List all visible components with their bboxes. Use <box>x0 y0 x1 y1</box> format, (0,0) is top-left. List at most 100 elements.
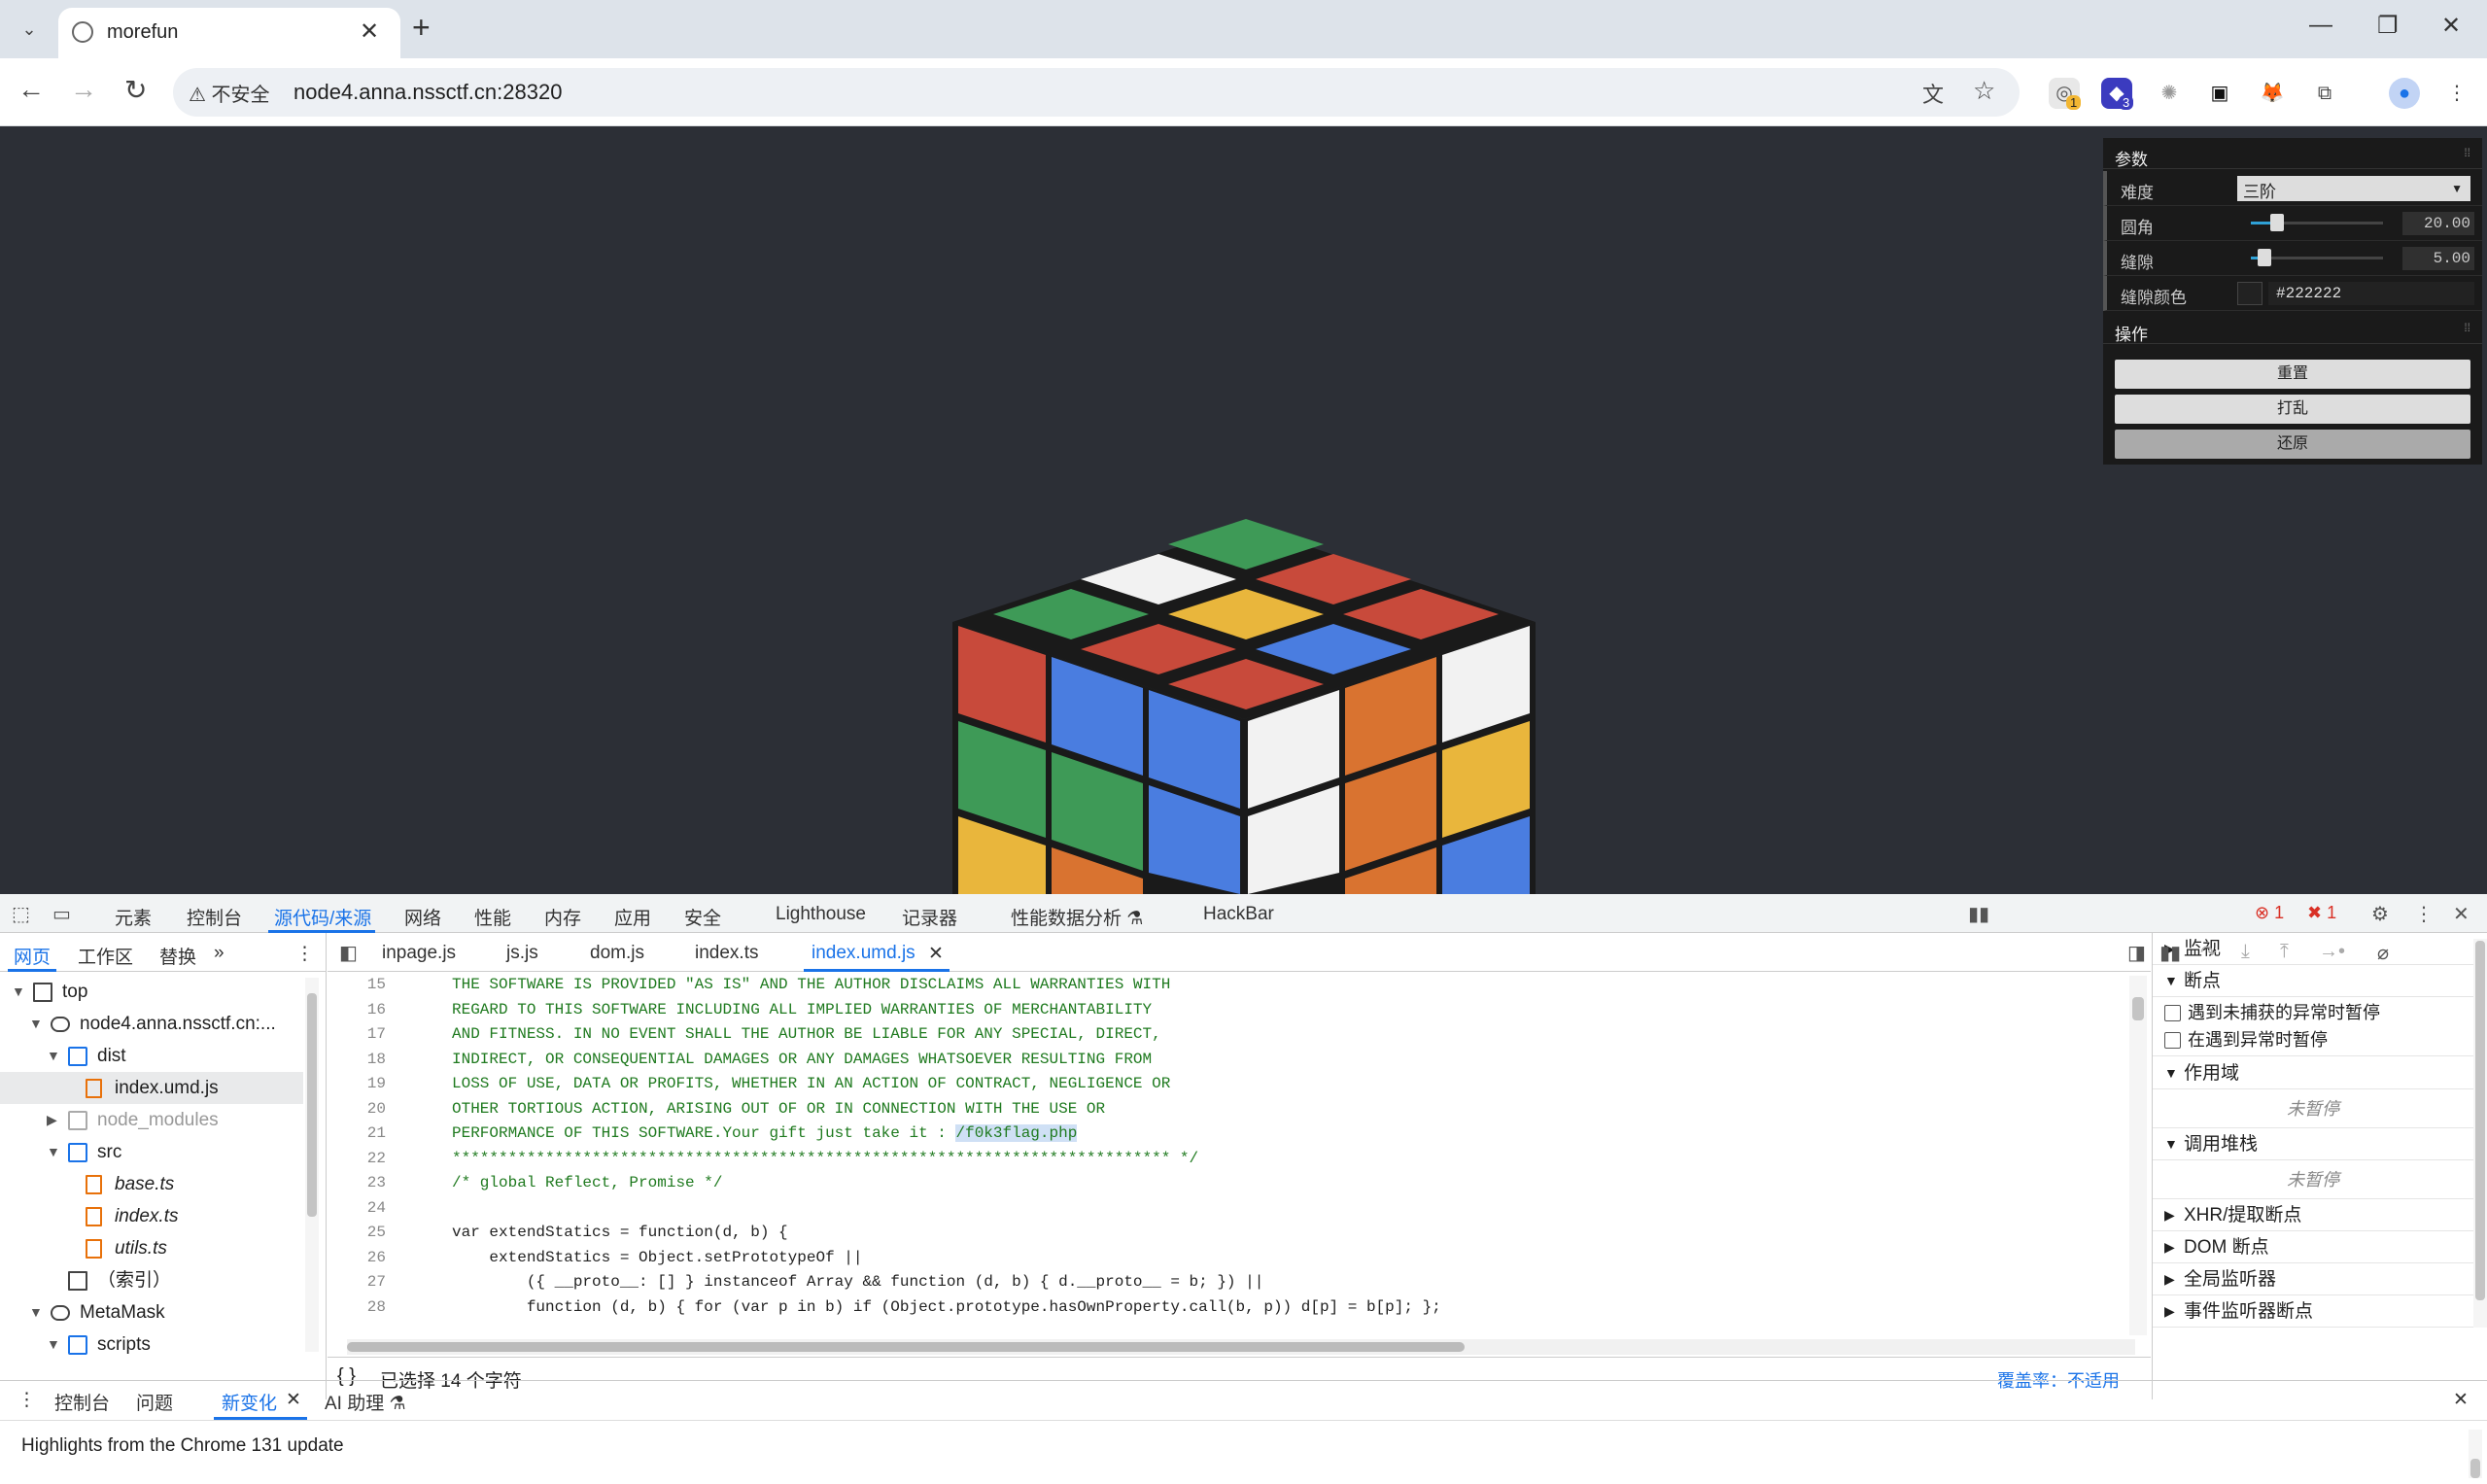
maximize-button[interactable]: ❐ <box>2377 12 2399 40</box>
code-line[interactable]: THE SOFTWARE IS PROVIDED "AS IS" AND THE… <box>452 976 1170 993</box>
code-line[interactable]: AND FITNESS. IN NO EVENT SHALL THE AUTHO… <box>452 1025 1161 1043</box>
hscroll-thumb[interactable] <box>347 1342 1465 1352</box>
code-line[interactable]: function (d, b) { for (var p in b) if (O… <box>452 1298 1441 1316</box>
step-icon[interactable]: →• <box>2319 941 2345 963</box>
code-line[interactable]: /* global Reflect, Promise */ <box>452 1174 722 1191</box>
profile-avatar-icon[interactable]: ● <box>2389 78 2420 109</box>
tab-hackbar[interactable]: HackBar <box>1203 904 1274 925</box>
drawer-scrollbar[interactable] <box>2469 1430 2482 1478</box>
tree-item[interactable]: ▼ node4.anna.nssctf.cn:... <box>0 1008 303 1040</box>
close-window-button[interactable]: ✕ <box>2441 12 2461 40</box>
minimize-button[interactable]: — <box>2309 12 2332 39</box>
section-callstack[interactable]: ▼ 调用堆栈 <box>2153 1128 2473 1160</box>
new-tab-button[interactable]: + <box>412 10 431 46</box>
tree-item[interactable]: ▼ dist <box>0 1040 303 1072</box>
browser-tab[interactable]: morefun ✕ <box>58 8 400 58</box>
extensions-puzzle-icon[interactable]: ⧉ <box>2309 78 2340 109</box>
code-line[interactable]: OTHER TORTIOUS ACTION, ARISING OUT OF OR… <box>452 1100 1105 1118</box>
line-number[interactable]: 16 <box>328 1001 386 1018</box>
nav-tab-workspace[interactable]: 工作区 <box>78 943 133 969</box>
code-view[interactable]: 15 THE SOFTWARE IS PROVIDED "AS IS" AND T… <box>328 972 2135 1336</box>
tab-network[interactable]: 网络 <box>404 904 441 930</box>
drawer-tab-close-icon[interactable]: ✕ <box>286 1389 301 1411</box>
inspect-element-icon[interactable]: ⬚ <box>12 902 30 926</box>
line-number[interactable]: 22 <box>328 1150 386 1167</box>
device-toolbar-icon[interactable]: ▭ <box>52 902 71 926</box>
nav-tab-page[interactable]: 网页 <box>14 943 51 969</box>
tree-item[interactable]: （索引） <box>0 1264 303 1296</box>
tab-console[interactable]: 控制台 <box>187 904 242 930</box>
toggle-debugger-icon[interactable]: ◨ <box>2127 941 2146 965</box>
line-number[interactable]: 28 <box>328 1298 386 1316</box>
editor-tab-close-icon[interactable]: ✕ <box>928 943 944 965</box>
metamask-fox-icon[interactable]: 🦊 <box>2257 78 2288 109</box>
toggle-navigator-icon[interactable]: ◧ <box>339 941 358 965</box>
editor-tab-js[interactable]: js.js <box>506 943 538 964</box>
pause-caught-checkbox[interactable] <box>2164 1032 2181 1049</box>
section-xhr-breakpoints[interactable]: ▶ XHR/提取断点 <box>2153 1199 2473 1231</box>
tab-application[interactable]: 应用 <box>614 904 651 930</box>
section-dom-breakpoints[interactable]: ▶ DOM 断点 <box>2153 1231 2473 1263</box>
section-global-listeners[interactable]: ▶ 全局监听器 <box>2153 1263 2473 1295</box>
editor-tab-inpage[interactable]: inpage.js <box>382 943 456 964</box>
gap-color-swatch[interactable] <box>2237 282 2262 305</box>
tree-item[interactable]: ▼ MetaMask <box>0 1296 303 1329</box>
line-number[interactable]: 25 <box>328 1224 386 1241</box>
rubiks-cube-canvas[interactable] <box>952 505 1536 894</box>
drawer-tab-whats-new[interactable]: 新变化 <box>222 1389 277 1415</box>
code-line[interactable]: ****************************************… <box>452 1150 1198 1167</box>
scramble-button[interactable]: 打乱 <box>2115 395 2470 424</box>
tab-performance[interactable]: 性能 <box>474 904 511 930</box>
nav-tab-overrides[interactable]: 替换 <box>159 943 196 969</box>
tab-search-button[interactable]: ⌄ <box>14 14 45 45</box>
bookmark-star-icon[interactable]: ☆ <box>1973 76 1995 106</box>
tree-item[interactable]: index.umd.js <box>0 1072 303 1104</box>
nav-menu-icon[interactable]: ⋮ <box>295 943 314 965</box>
tree-item[interactable]: base.ts <box>0 1168 303 1200</box>
tree-item[interactable]: utils.ts <box>0 1232 303 1264</box>
code-line[interactable]: ({ __proto__: [] } instanceof Array && f… <box>452 1273 1264 1291</box>
params-folder-header[interactable]: 参数 ⁞⁞ <box>2103 138 2482 169</box>
code-line[interactable]: INDIRECT, OR CONSEQUENTIAL DAMAGES OR AN… <box>452 1051 1152 1068</box>
code-vscrollbar[interactable] <box>2129 976 2147 1335</box>
pause-caught-row[interactable]: 在遇到异常时暂停 <box>2153 1024 2473 1056</box>
difficulty-select[interactable]: 三阶 ▼ <box>2237 176 2470 201</box>
section-scope[interactable]: ▼ 作用域 <box>2153 1057 2473 1089</box>
ops-folder-header[interactable]: 操作 ⁞⁞ <box>2103 313 2482 344</box>
tree-item[interactable]: ▼ scripts <box>0 1329 303 1359</box>
deactivate-breakpoints-icon[interactable]: ⌀ <box>2377 941 2389 965</box>
line-number[interactable]: 23 <box>328 1174 386 1191</box>
drawer-tab-ai[interactable]: AI 助理 ⚗ <box>325 1389 406 1415</box>
drawer-tab-console[interactable]: 控制台 <box>54 1389 110 1415</box>
code-line[interactable]: REGARD TO THIS SOFTWARE INCLUDING ALL IM… <box>452 1001 1152 1018</box>
tree-arrow-icon[interactable]: ▼ <box>12 976 25 1008</box>
line-number[interactable]: 15 <box>328 976 386 993</box>
restore-button[interactable]: 还原 <box>2115 430 2470 459</box>
sidebar-scrollbar[interactable] <box>2473 939 2487 1328</box>
forward-icon[interactable]: → <box>70 74 97 105</box>
nav-more-tabs[interactable]: » <box>214 943 225 964</box>
tree-item[interactable]: ▼ src <box>0 1136 303 1168</box>
editor-tab-dom[interactable]: dom.js <box>590 943 644 964</box>
drawer-menu-icon[interactable]: ⋮ <box>17 1389 36 1411</box>
tab-security[interactable]: 安全 <box>684 904 721 930</box>
pause-icon[interactable]: ▮▮ <box>1968 902 1989 926</box>
line-number[interactable]: 24 <box>328 1199 386 1217</box>
corner-value-input[interactable]: 20.00 <box>2402 212 2474 235</box>
tab-elements[interactable]: 元素 <box>115 904 152 930</box>
tab-recorder[interactable]: 记录器 <box>902 904 957 930</box>
navigator-scrollbar[interactable] <box>305 978 319 1352</box>
reset-button[interactable]: 重置 <box>2115 360 2470 389</box>
line-number[interactable]: 27 <box>328 1273 386 1291</box>
tab-performance-insights[interactable]: 性能数据分析 ⚗ <box>1011 904 1143 930</box>
selected-text[interactable]: /f0k3flag.php <box>955 1124 1078 1142</box>
step-into-icon[interactable]: ⤓ <box>2241 941 2250 963</box>
code-hscrollbar[interactable] <box>347 1339 2135 1355</box>
corner-slider-handle[interactable] <box>2270 214 2285 231</box>
tree-item[interactable]: ▼ top <box>0 976 303 1008</box>
drawer-tab-issues[interactable]: 问题 <box>136 1389 173 1415</box>
tab-lighthouse[interactable]: Lighthouse <box>776 904 866 925</box>
extension-icon-4[interactable]: ▣ <box>2204 78 2235 109</box>
line-number[interactable]: 18 <box>328 1051 386 1068</box>
tab-memory[interactable]: 内存 <box>544 904 581 930</box>
